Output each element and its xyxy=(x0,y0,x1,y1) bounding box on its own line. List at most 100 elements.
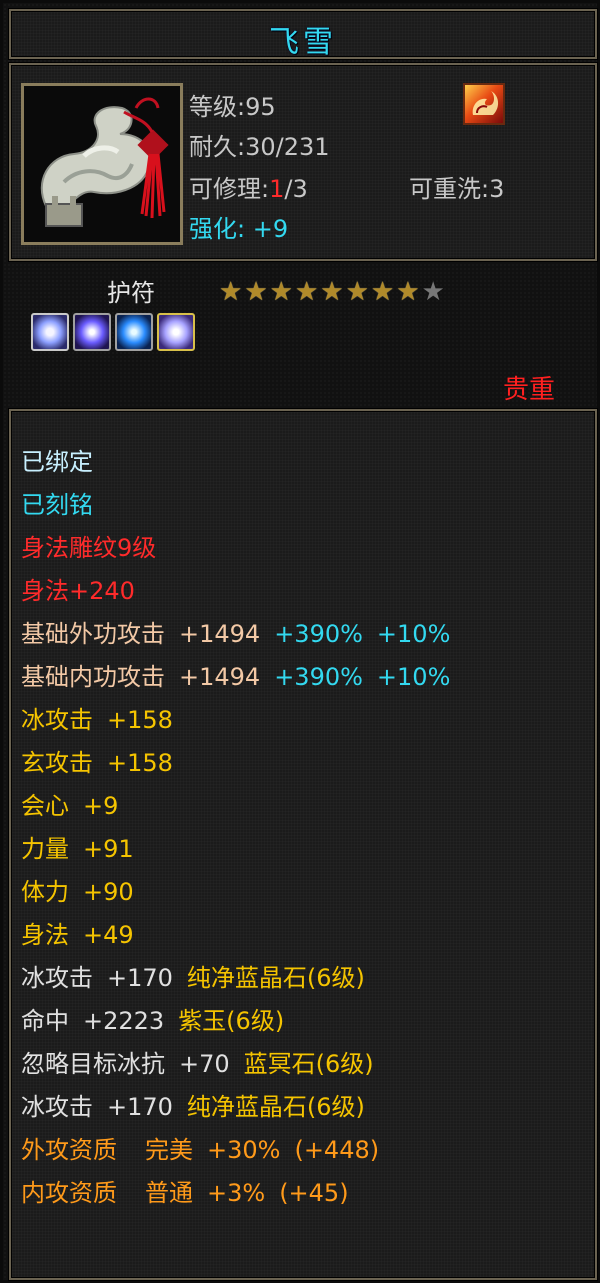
stat-value: +2223 xyxy=(83,1007,165,1035)
stat-row-stamina: 体力 +90 xyxy=(21,871,450,914)
gem-name: 纯净蓝晶石(6级) xyxy=(186,964,365,992)
stat-value: +170 xyxy=(107,1093,173,1121)
stat-pct: +10% xyxy=(376,663,451,691)
stat-pct: +390% xyxy=(274,620,363,648)
enhance-line: 强化: +9 xyxy=(189,209,288,244)
enhance-value: +9 xyxy=(252,215,289,243)
star-filled-icon: ★ xyxy=(396,277,422,307)
amulet-section: 护符 ★★★★★★★★★ 贵重 xyxy=(9,267,597,405)
bound-status: 已绑定 xyxy=(21,448,93,476)
engraved-status: 已刻铭 xyxy=(21,491,93,519)
stat-row-crit: 会心 +9 xyxy=(21,785,450,828)
repair-line: 可修理:1/3 xyxy=(189,169,308,204)
star-filled-icon: ★ xyxy=(345,277,371,307)
stat-label: 身法 xyxy=(21,921,69,949)
quality-bonus: (+448) xyxy=(294,1136,380,1164)
star-filled-icon: ★ xyxy=(244,277,270,307)
stat-value: +90 xyxy=(83,878,134,906)
stat-row-dark-atk: 玄攻击 +158 xyxy=(21,742,450,785)
stat-label: 会心 xyxy=(21,792,69,820)
star-filled-icon: ★ xyxy=(320,277,346,307)
gem-row-2: 命中 +2223 紫玉(6级) xyxy=(21,1000,450,1043)
enhance-label: 强化: xyxy=(189,215,246,243)
stat-value: +158 xyxy=(107,749,173,777)
stat-label: 命中 xyxy=(21,1007,69,1035)
stat-row-strength: 力量 +91 xyxy=(21,828,450,871)
gem-socket-4-icon[interactable] xyxy=(157,313,195,351)
gem-name: 紫玉(6级) xyxy=(178,1007,285,1035)
quality-grade: 完美 xyxy=(145,1136,193,1164)
stat-value: +9 xyxy=(83,792,119,820)
stat-value: +170 xyxy=(107,964,173,992)
stat-label: 忽略目标冰抗 xyxy=(21,1050,165,1078)
stats-panel: 已绑定 已刻铭 身法雕纹9级 身法+240 基础外功攻击 +1494 +390% +1… xyxy=(9,409,597,1280)
durability-value: 30/231 xyxy=(245,133,330,161)
stat-value: +91 xyxy=(83,835,134,863)
star-filled-icon: ★ xyxy=(370,277,397,307)
gem-name: 纯净蓝晶石(6级) xyxy=(186,1093,365,1121)
gem-row-3: 忽略目标冰抗 +70 蓝冥石(6级) xyxy=(21,1043,450,1086)
stat-label: 力量 xyxy=(21,835,69,863)
item-info-panel: 等级:95 耐久:30/231 可修理:1/3 可重洗:3 强化: +9 xyxy=(9,63,597,261)
quality-row-ext: 外攻资质 完美 +30% (+448) xyxy=(21,1129,450,1172)
repair-label: 可修理: xyxy=(189,175,270,203)
star-filled-icon: ★ xyxy=(294,277,321,307)
repair-current: 1 xyxy=(269,175,285,203)
gem-row-4: 冰攻击 +170 纯净蓝晶石(6级) xyxy=(21,1086,450,1129)
stat-label: 体力 xyxy=(21,878,69,906)
stat-row-int-atk: 基础内功攻击 +1494 +390% +10% xyxy=(21,656,450,699)
item-name: 飞雪 xyxy=(269,25,337,60)
stat-label: 基础外功攻击 xyxy=(21,620,165,648)
stat-value: +1494 xyxy=(179,620,261,648)
star-empty-icon: ★ xyxy=(421,277,447,307)
stat-label: 玄攻击 xyxy=(21,749,93,777)
durability-label: 耐久: xyxy=(189,133,246,161)
stat-row-agility: 身法 +49 xyxy=(21,914,450,957)
stat-row-ext-atk: 基础外功攻击 +1494 +390% +10% xyxy=(21,613,450,656)
quality-pct: +3% xyxy=(207,1179,266,1207)
level-label: 等级: xyxy=(189,93,246,121)
quality-label: 内攻资质 xyxy=(21,1179,117,1207)
stat-label: 冰攻击 xyxy=(21,1093,93,1121)
repair-total: /3 xyxy=(284,175,308,203)
agility-bonus: 身法+240 xyxy=(21,577,135,605)
quality-grade: 普通 xyxy=(145,1179,193,1207)
stat-label: 冰攻击 xyxy=(21,706,93,734)
level-value: 95 xyxy=(245,93,276,121)
gem-socket-3-icon[interactable] xyxy=(115,313,153,351)
stat-pct: +390% xyxy=(274,663,363,691)
gem-socket-1-icon[interactable] xyxy=(31,313,69,351)
stat-pct: +10% xyxy=(376,620,451,648)
fire-phoenix-icon[interactable] xyxy=(463,83,505,125)
gem-name: 蓝冥石(6级) xyxy=(243,1050,374,1078)
durability-line: 耐久:30/231 xyxy=(189,127,330,162)
title-bar: 飞雪 xyxy=(9,9,597,60)
rewash-line: 可重洗:3 xyxy=(409,169,504,204)
quality-pct: +30% xyxy=(207,1136,281,1164)
item-tooltip: 飞雪 等级:95 耐久:30/231 可修理:1/3 可重洗:3 强化: +9 … xyxy=(0,0,600,1283)
stat-value: +158 xyxy=(107,706,173,734)
quality-bonus: (+45) xyxy=(279,1179,349,1207)
stat-value: +49 xyxy=(83,921,134,949)
rewash-value: 3 xyxy=(489,175,505,203)
stat-label: 基础内功攻击 xyxy=(21,663,165,691)
stats-list: 已绑定 已刻铭 身法雕纹9级 身法+240 基础外功攻击 +1494 +390% +1… xyxy=(21,441,450,1215)
item-icon[interactable] xyxy=(21,83,183,245)
star-filled-icon: ★ xyxy=(219,277,245,307)
level-line: 等级:95 xyxy=(189,87,276,122)
rewash-label: 可重洗: xyxy=(409,175,490,203)
amulet-label: 护符 xyxy=(107,279,155,307)
star-rating: ★★★★★★★★★ xyxy=(219,277,447,307)
stat-label: 冰攻击 xyxy=(21,964,93,992)
socket-gems xyxy=(31,313,199,355)
quality-row-int: 内攻资质 普通 +3% (+45) xyxy=(21,1172,450,1215)
gem-socket-2-icon[interactable] xyxy=(73,313,111,351)
precious-label: 贵重 xyxy=(502,375,555,405)
stat-row-ice-atk: 冰攻击 +158 xyxy=(21,699,450,742)
stat-value: +1494 xyxy=(179,663,261,691)
quality-label: 外攻资质 xyxy=(21,1136,117,1164)
stat-value: +70 xyxy=(179,1050,230,1078)
gem-row-1: 冰攻击 +170 纯净蓝晶石(6级) xyxy=(21,957,450,1000)
star-filled-icon: ★ xyxy=(269,277,295,307)
carve-level: 身法雕纹9级 xyxy=(21,534,157,562)
